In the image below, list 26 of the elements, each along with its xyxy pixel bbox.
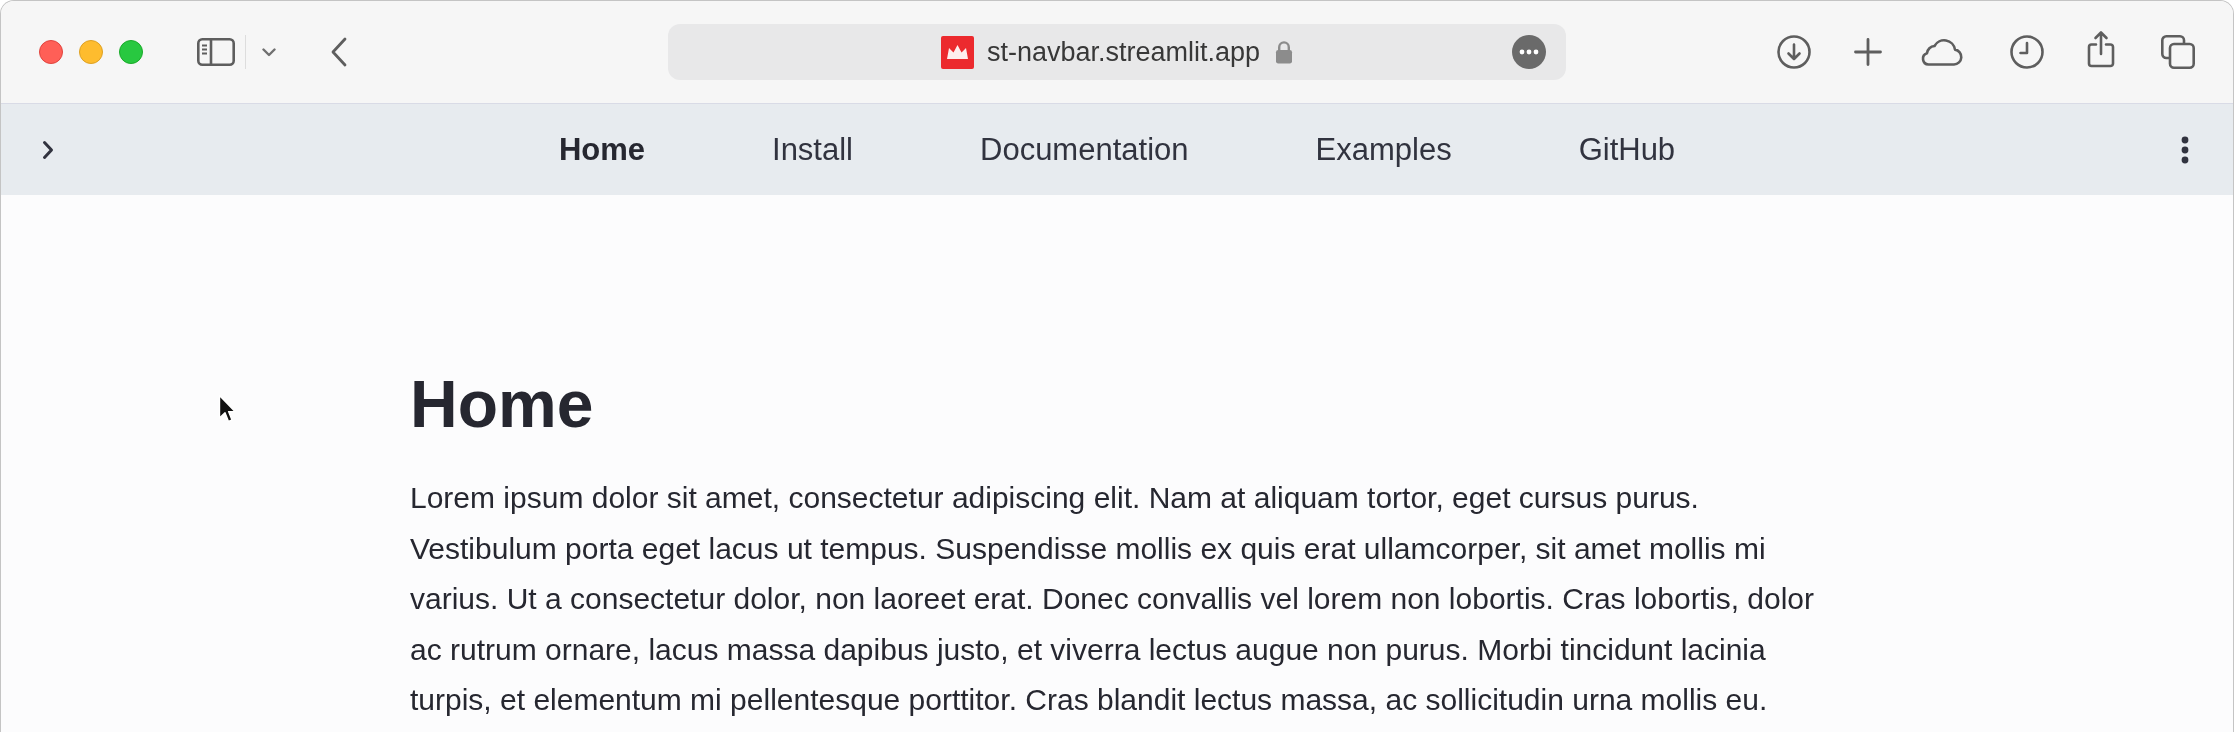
tabs-overview-icon[interactable] (2161, 35, 2195, 69)
crown-icon (940, 35, 974, 69)
kebab-menu-icon[interactable] (2181, 135, 2189, 164)
back-icon[interactable] (331, 37, 347, 67)
more-icon[interactable] (1512, 35, 1546, 69)
share-icon[interactable] (2087, 30, 2115, 68)
address-bar[interactable]: st-navbar.streamlit.app (668, 24, 1566, 80)
cloud-icon[interactable] (1919, 38, 1963, 66)
window-close-icon[interactable] (39, 40, 63, 64)
download-icon[interactable] (1777, 35, 1811, 69)
lock-icon (1275, 40, 1294, 64)
body-paragraph: Lorem ipsum dolor sit amet, consectetur adipiscing elit. Nam at aliquam tortor, eget cursus purus. Vestibulum porta eget lacus ut tempus. Suspendisse mollis ex quis erat ullamcorper, sit amet mollis mi varius. Ut a consectetur dolor, non laoreet erat. Donec convallis vel lorem non lobortis. Cras lobortis, dolor ac rutrum ornare, lacus massa dapibus justo, et viverra lectus augue non purus. Morbi tincidunt lacinia turpis, et elementum mi pellentesque porttitor. Cras blandit lectus massa, ac sollicitudin urna mollis eu. (410, 480, 1815, 719)
url-text: st-navbar.streamlit.app (986, 36, 1261, 68)
caret-down-icon[interactable] (262, 47, 276, 57)
nav-link[interactable]: GitHub (1570, 127, 1684, 172)
chevron-right-icon[interactable] (42, 139, 54, 160)
nav-link[interactable]: Home (550, 127, 653, 172)
sidebar-icon[interactable] (197, 38, 235, 66)
mouse-pointer-icon (218, 394, 236, 424)
window-fullscreen-icon[interactable] (119, 40, 143, 64)
nav-link[interactable]: Documentation (972, 127, 1197, 172)
plus-icon[interactable] (1854, 38, 1882, 66)
nav-link[interactable]: Examples (1307, 127, 1460, 172)
nav-link[interactable]: Install (764, 127, 861, 172)
page-heading: Home (410, 366, 594, 443)
clock-icon[interactable] (2010, 35, 2044, 69)
